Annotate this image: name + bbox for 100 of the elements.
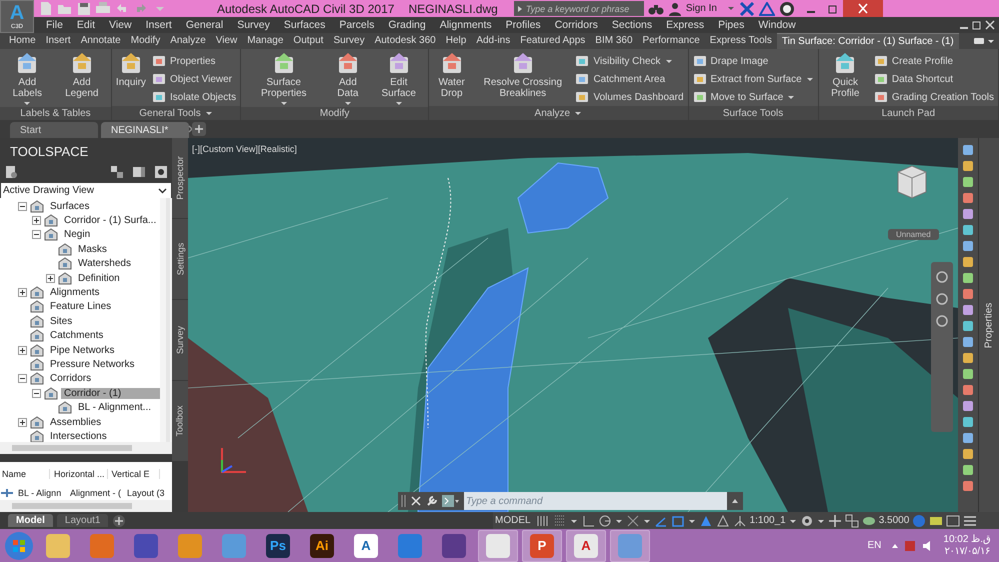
restore-icon[interactable] [826,2,839,14]
properties-tab[interactable]: Properties [978,138,999,512]
tool-icon[interactable] [962,464,974,476]
taskbar-app[interactable]: A [566,530,606,562]
zoom-icon[interactable] [935,292,949,306]
close-icon[interactable] [842,0,883,17]
view-dropdown[interactable]: Active Drawing View [1,183,171,198]
tool-icon[interactable] [962,272,974,284]
user-icon[interactable] [668,2,682,16]
toggle-icon[interactable] [110,165,124,179]
ribbon-button[interactable]: Add Data [326,51,370,107]
ribbon-tab[interactable]: Add-ins [471,33,516,49]
ribbon-button[interactable]: Move to Surface [690,89,816,105]
side-tab[interactable]: Toolbox [172,381,188,461]
workspace-icon[interactable] [844,514,859,528]
annotation-visibility-icon[interactable] [716,514,730,528]
menu-icon[interactable] [963,514,978,528]
ribbon-button[interactable]: Grading Creation Tools [872,89,996,105]
model-space-toggle[interactable]: MODEL [495,515,533,526]
ribbon-button[interactable]: Add Labels [2,51,53,107]
tool-icon[interactable] [962,480,974,492]
clock-date[interactable]: ۲۰۱۷/۰۵/۱۶ [944,546,990,558]
sign-in-link[interactable]: Sign In [686,3,717,14]
ribbon-tab[interactable]: Autodesk 360 [370,33,441,49]
search-field[interactable]: Type a keyword or phrase [514,1,644,16]
tree-item[interactable]: Masks [75,244,110,255]
ribbon-button[interactable]: Edit Surface [371,51,426,107]
tree-item[interactable]: Assemblies [47,416,104,428]
ribbon-tab[interactable]: Tin Surface: Corridor - (1) Surface - (1) [776,33,959,49]
ribbon-button[interactable]: Data Shortcut [872,71,996,87]
tool-icon[interactable] [962,208,974,220]
language-indicator[interactable]: EN [868,540,882,551]
layout-tab[interactable]: Model [8,514,53,527]
panel-icon[interactable] [132,165,146,179]
collapse-icon[interactable] [18,374,27,384]
ortho-icon[interactable] [580,514,595,528]
tree-item[interactable]: Feature Lines [47,301,114,312]
ribbon-tab[interactable]: Featured Apps [515,33,590,49]
tree-item[interactable]: Corridor - (1) Surfa... [61,215,160,226]
ribbon-tab[interactable]: Express Tools [704,33,777,49]
tree-item[interactable]: Alignments [47,287,102,298]
taskbar-app[interactable]: Ai [302,530,342,562]
scrollbar[interactable] [160,198,172,442]
panel-title[interactable]: General Tools [112,106,240,120]
ribbon-button[interactable]: Inquiry [114,51,148,89]
side-tab[interactable]: Survey [172,300,188,380]
polar-icon[interactable] [598,514,612,528]
tool-icon[interactable] [962,384,974,396]
ribbon-button[interactable]: Add Legend [54,51,109,100]
taskbar-app[interactable]: Ps [258,530,298,562]
ribbon-tab[interactable]: Insert [40,33,76,49]
ribbon-tab[interactable]: Manage [242,33,288,49]
prompt-icon[interactable] [442,495,460,507]
tool-icon[interactable] [962,400,974,412]
tool-icon[interactable] [962,448,974,460]
square-snap-icon[interactable] [670,514,685,528]
caret-up-icon[interactable] [891,542,900,548]
camera-icon[interactable] [972,36,995,46]
tool-icon[interactable] [962,304,974,316]
plus-icon[interactable] [828,514,842,528]
close-icon[interactable] [410,495,422,507]
menu-item[interactable]: Profiles [498,19,548,31]
menu-item[interactable]: Parcels [332,19,382,31]
ribbon-tab[interactable]: Performance [638,33,705,49]
menu-item[interactable]: General [178,19,230,31]
taskbar-app[interactable]: A [346,530,386,562]
fullscreen-icon[interactable] [946,514,960,528]
tool-icon[interactable] [962,336,974,348]
caret-icon[interactable] [726,4,735,12]
tree-item[interactable]: Intersections [47,430,110,442]
column-header[interactable]: Horizontal ... [52,469,108,479]
expand-icon[interactable] [18,346,27,355]
menu-item[interactable]: Corridors [548,19,605,31]
tool-icon[interactable] [962,224,974,236]
ribbon-button[interactable]: Properties [150,53,238,69]
orbit-icon[interactable] [935,314,949,328]
menu-item[interactable]: File [39,19,70,31]
menu-item[interactable]: Survey [230,19,277,31]
plus-icon[interactable] [112,514,126,528]
expand-icon[interactable] [18,418,27,427]
ribbon-button[interactable]: Visibility Check [573,53,686,69]
start-button[interactable] [4,530,34,560]
tool-icon[interactable] [962,256,974,268]
collapse-icon[interactable] [18,202,27,211]
tree-item[interactable]: Pressure Networks [47,358,138,370]
tree-item[interactable]: Sites [47,316,76,327]
column-header[interactable]: Name [0,469,50,479]
tree-item[interactable]: Catchments [47,330,106,342]
ribbon-button[interactable]: Extract from Surface [690,71,816,87]
plus-icon[interactable] [192,122,206,136]
ribbon-button[interactable]: Catchment Area [573,71,686,87]
command-field[interactable]: Type a command [464,492,727,510]
tree-item[interactable]: Corridor - (1) [61,388,160,399]
snap-grid-icon[interactable] [552,514,567,528]
collapse-icon[interactable] [32,388,41,398]
expand-icon[interactable] [32,216,41,226]
collapse-icon[interactable] [32,230,41,240]
ribbon-button[interactable]: Water Drop [431,51,472,100]
menu-item[interactable]: Edit [70,19,102,31]
menu-item[interactable]: Window [751,19,803,31]
